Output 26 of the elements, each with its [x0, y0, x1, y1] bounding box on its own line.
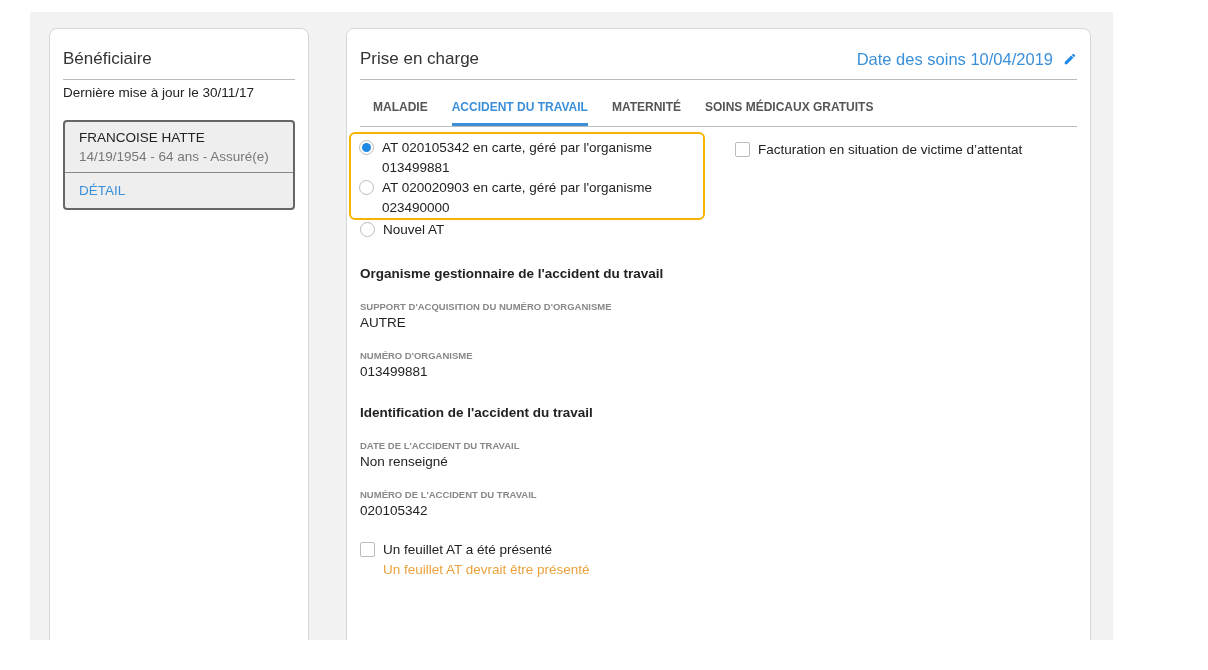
section-title: Identification de l'accident du travail — [360, 405, 594, 420]
tab[interactable]: MALADIE — [373, 88, 428, 126]
update-text: Dernière mise à jour le 30/11/17 — [63, 85, 256, 100]
checkbox-option[interactable]: Facturation en situation de victime d’attentat — [735, 140, 1023, 240]
patient-name: FRANCOISE HATTE — [79, 130, 206, 145]
field-label: DATE DE L'ACCIDENT DU TRAVAIL — [360, 440, 521, 451]
care-date-link[interactable]: Date des soins 10/04/2019 — [856, 49, 1077, 69]
field-value: AUTRE — [360, 315, 407, 330]
radio-option[interactable]: AT 020020903 en carte, géré par l'organisme 023490000 — [359, 178, 695, 218]
panel-title: Bénéficiaire — [63, 49, 152, 69]
field-label: NUMÉRO DE L'ACCIDENT DU TRAVAIL — [360, 489, 538, 500]
checkbox-option[interactable]: Un feuillet AT a été présenté — [360, 540, 1077, 560]
pencil-icon — [1063, 52, 1077, 66]
warning-text: Un feuillet AT devrait être présenté — [383, 562, 591, 577]
field-value: Non renseigné — [360, 454, 449, 469]
radio-option[interactable]: AT 020105342 en carte, géré par l'organisme 013499881 — [359, 138, 695, 178]
field-value: 020105342 — [360, 503, 429, 518]
radio-option[interactable]: Nouvel AT — [360, 220, 705, 240]
field-value: 013499881 — [360, 364, 429, 379]
field-label: NUMÉRO D'ORGANISME — [360, 350, 474, 361]
section-title: Organisme gestionnaire de l'accident du travail — [360, 266, 665, 281]
panel-title: Prise en charge — [360, 49, 480, 69]
tab[interactable]: SOINS MÉDICAUX GRATUITS — [705, 88, 874, 126]
tab[interactable]: MATERNITÉ — [611, 88, 681, 126]
patient-details: 14/19/1954 - 64 ans - Assuré(e) — [79, 149, 270, 164]
field-label: SUPPORT D'ACQUISITION DU NUMÉRO D'ORGANISME — [360, 301, 613, 312]
